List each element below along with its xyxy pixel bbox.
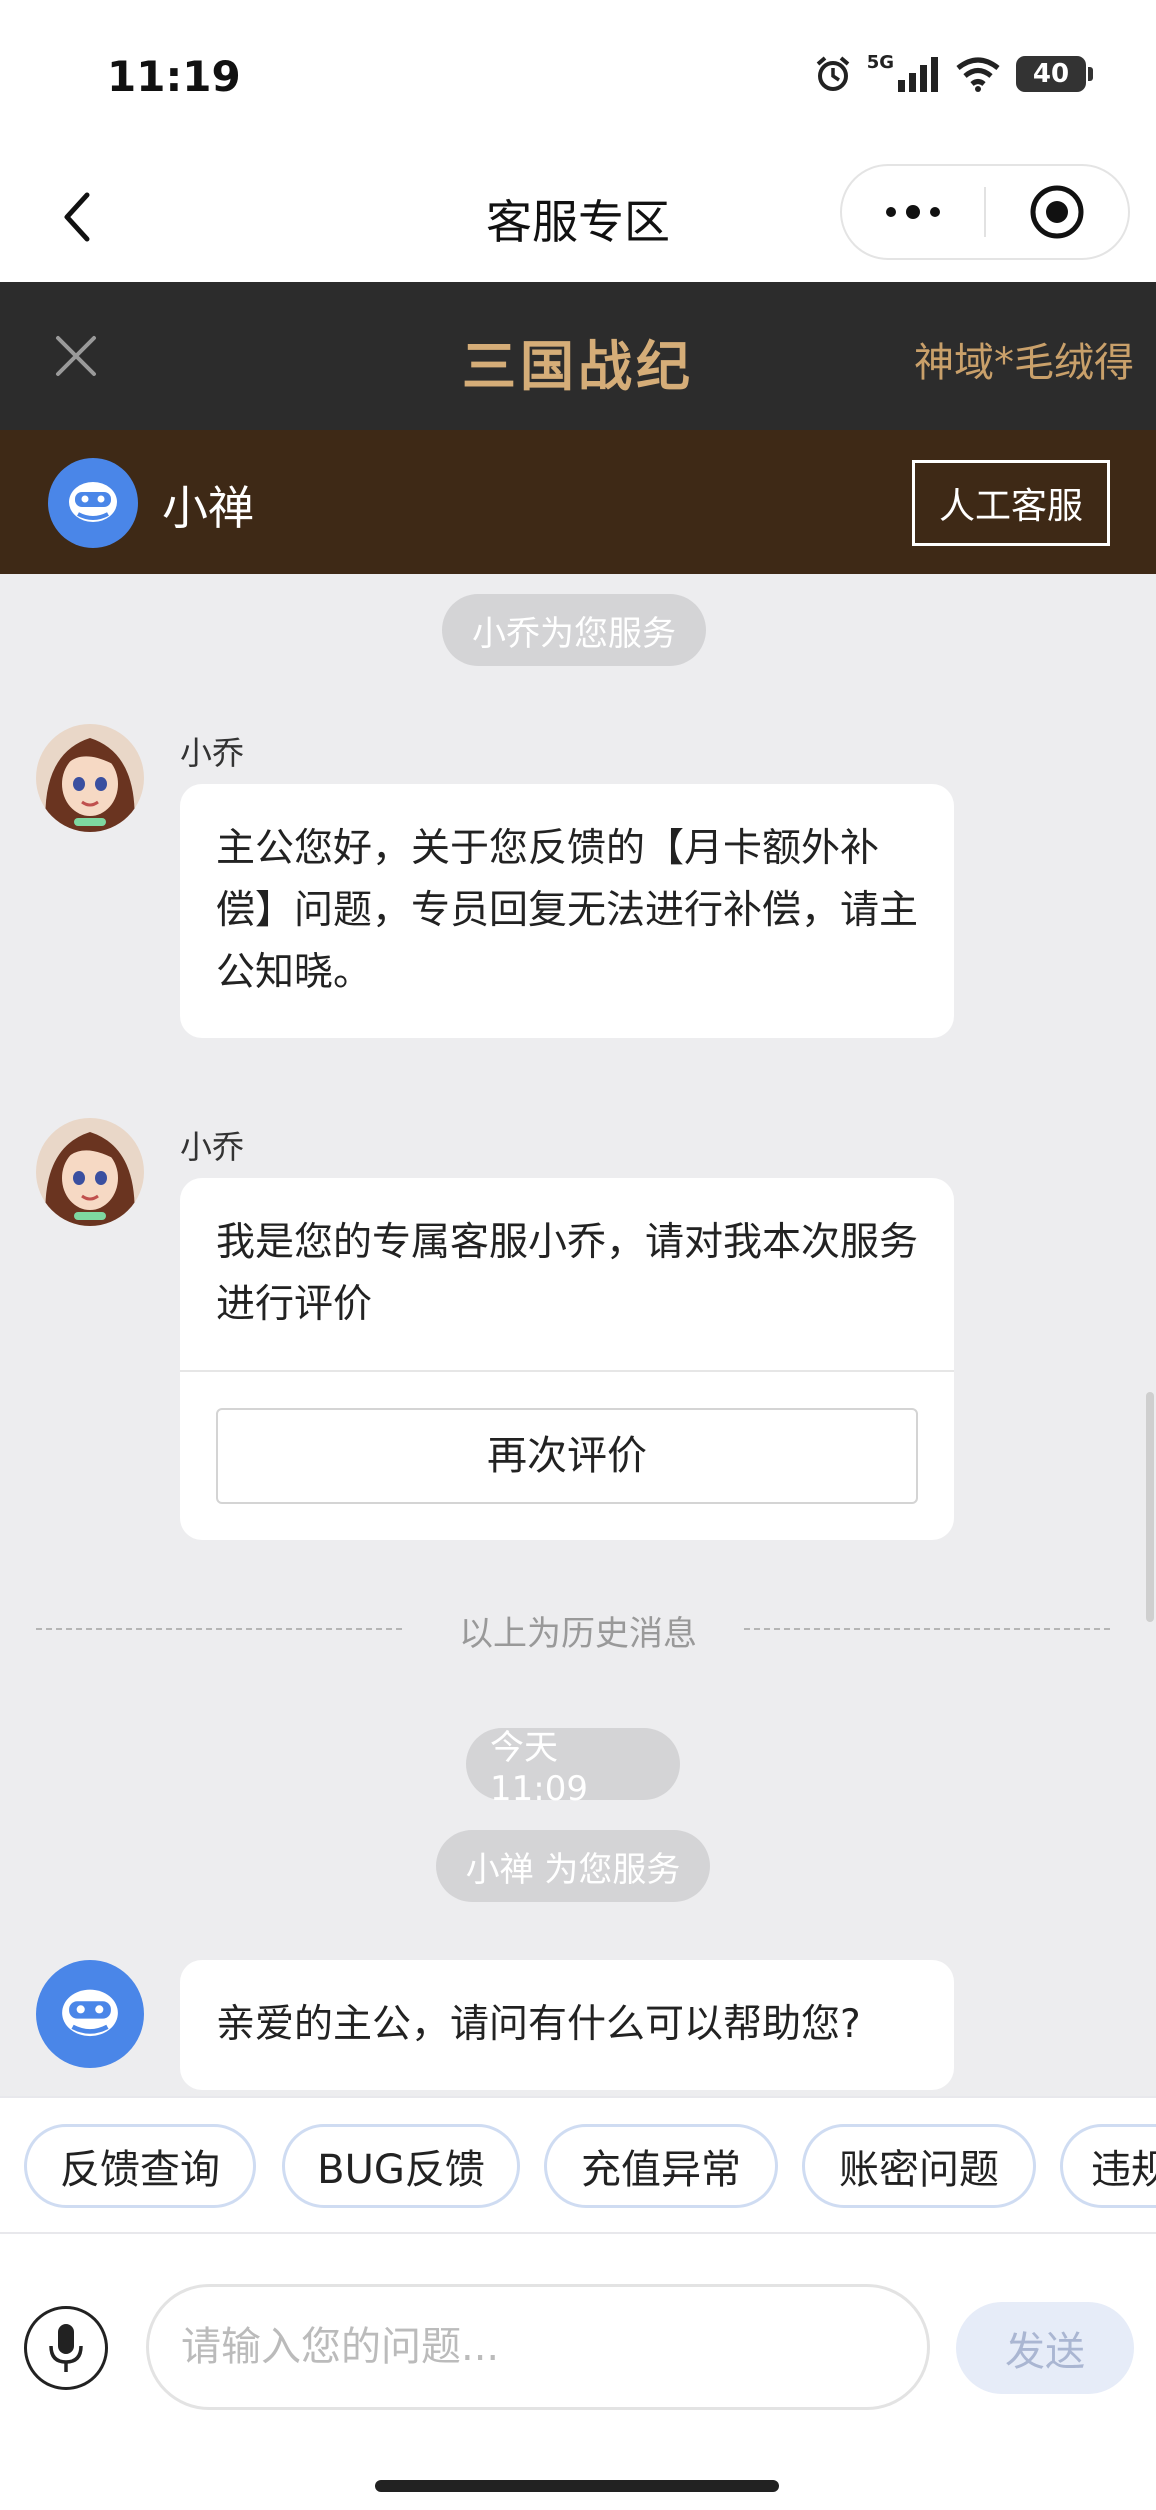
status-time: 11:19 xyxy=(107,52,241,101)
agent-avatar xyxy=(36,724,144,832)
send-button[interactable]: 发送 xyxy=(956,2302,1134,2394)
girl-avatar-icon xyxy=(36,1118,144,1226)
marquee-text: 神域*毛绒得 xyxy=(914,340,1134,386)
message-text: 我是您的专属客服小乔，请对我本次服务进行评价 xyxy=(216,1220,919,1327)
girl-avatar-icon xyxy=(36,724,144,832)
status-icons: 5G 40 xyxy=(813,51,1093,94)
quick-tag-bug-report[interactable]: BUG反馈 xyxy=(282,2124,520,2208)
bot-bar: 小禅 人工客服 xyxy=(0,430,1156,574)
signal-icon xyxy=(898,57,938,92)
battery-indicator: 40 xyxy=(1016,56,1093,92)
voice-button[interactable] xyxy=(24,2306,108,2390)
message-text: 主公您好，关于您反馈的【月卡额外补偿】问题，专员回复无法进行补偿，请主公知晓。 xyxy=(216,826,919,995)
input-area: 发送 xyxy=(0,2234,1156,2510)
service-pill: 小乔为您服务 xyxy=(442,594,706,666)
message-text: 亲爱的主公，请问有什么可以帮助您? xyxy=(216,2002,861,2047)
message-input[interactable] xyxy=(146,2284,930,2410)
quick-tag-recharge-issue[interactable]: 充值异常 xyxy=(544,2124,778,2208)
network-type-label: 5G xyxy=(866,51,894,73)
quick-tag-account-issue[interactable]: 账密问题 xyxy=(802,2124,1036,2208)
quick-tag-violation[interactable]: 违规 xyxy=(1060,2124,1156,2208)
rate-again-button[interactable]: 再次评价 xyxy=(216,1408,918,1504)
nav-bar: 客服专区 xyxy=(0,160,1156,282)
close-miniprogram-button[interactable] xyxy=(986,166,1128,258)
message-bubble: 主公您好，关于您反馈的【月卡额外补偿】问题，专员回复无法进行补偿，请主公知晓。 xyxy=(180,784,954,1038)
miniprogram-capsule xyxy=(840,164,1130,260)
history-divider-right xyxy=(744,1628,1110,1630)
robot-icon xyxy=(69,482,117,522)
chat-area[interactable]: 小乔为您服务 小乔 主公您好，关于您反馈的【月卡额外补偿】问题，专员回复无法进行… xyxy=(0,574,1156,2096)
sender-name: 小乔 xyxy=(180,734,245,772)
target-circle-icon xyxy=(1030,185,1084,239)
bot-name: 小禅 xyxy=(162,481,254,535)
game-header: 三国战纪 神域*毛绒得 xyxy=(0,282,1156,430)
chat-scrollbar[interactable] xyxy=(1146,1392,1154,1622)
bot-avatar xyxy=(48,458,138,548)
time-pill: 今天 11:09 xyxy=(466,1728,680,1809)
bot-avatar xyxy=(36,1960,144,2068)
alarm-icon xyxy=(816,56,849,91)
quick-tag-feedback-query[interactable]: 反馈查询 xyxy=(24,2124,256,2208)
bot-message-bubble: 亲爱的主公，请问有什么可以帮助您? xyxy=(180,1960,954,2090)
sender-name: 小乔 xyxy=(180,1128,245,1166)
history-divider-label: 以上为历史消息 xyxy=(459,1614,697,1654)
robot-icon xyxy=(62,1989,118,2037)
quick-tags-bar: 反馈查询 BUG反馈 充值异常 账密问题 违规 xyxy=(0,2096,1156,2234)
more-button[interactable] xyxy=(842,166,984,258)
home-indicator[interactable] xyxy=(375,2480,779,2492)
agent-avatar xyxy=(36,1118,144,1226)
service-pill: 小禅 为您服务 xyxy=(436,1830,710,1902)
wifi-icon xyxy=(956,57,1000,92)
status-bar: 11:19 5G 40 xyxy=(0,0,1156,160)
human-service-button[interactable]: 人工客服 xyxy=(912,460,1110,546)
microphone-icon xyxy=(49,2324,83,2372)
bubble-divider xyxy=(180,1370,954,1372)
rating-bubble: 我是您的专属客服小乔，请对我本次服务进行评价 再次评价 xyxy=(180,1178,954,1540)
more-dots-icon xyxy=(886,205,940,219)
